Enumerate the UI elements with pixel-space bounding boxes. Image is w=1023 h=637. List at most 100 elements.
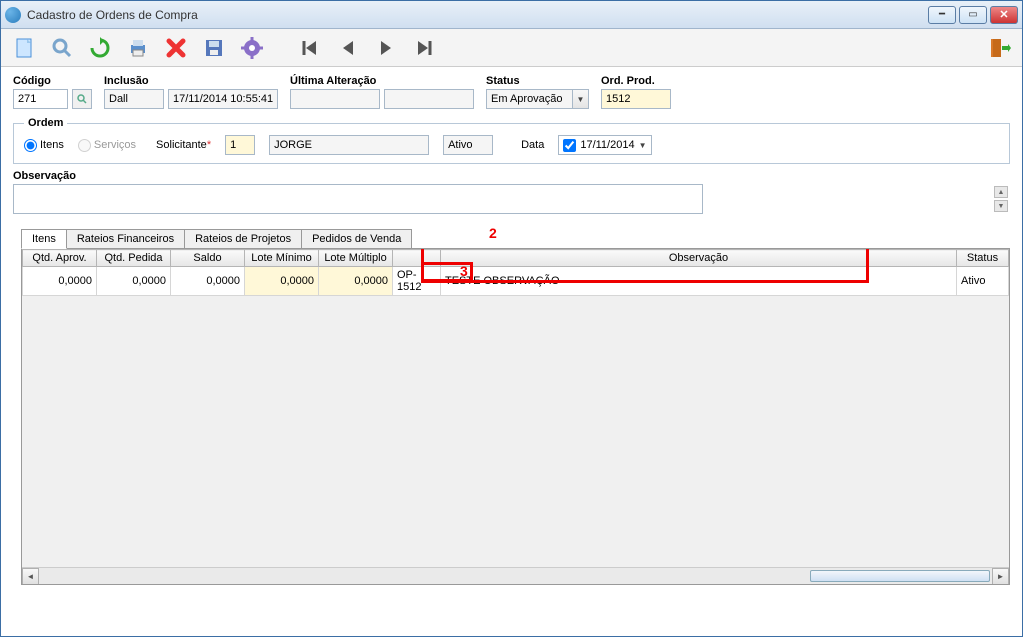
- next-record-button[interactable]: [371, 33, 401, 63]
- save-button[interactable]: [199, 33, 229, 63]
- close-button[interactable]: ✕: [990, 6, 1018, 24]
- window-controls: ━ ▭ ✕: [928, 6, 1018, 24]
- last-record-button[interactable]: [409, 33, 439, 63]
- tab-strip: Itens Rateios Financeiros Rateios de Pro…: [21, 229, 1010, 249]
- app-icon: [5, 7, 21, 23]
- solicitante-code-input[interactable]: [225, 135, 255, 155]
- inclusao-user-input: [104, 89, 164, 109]
- solicitante-name-input: [269, 135, 429, 155]
- last-icon: [412, 36, 436, 60]
- horizontal-scrollbar[interactable]: ◄ ►: [22, 567, 1009, 584]
- refresh-icon: [88, 36, 112, 60]
- radio-servicos-label: Serviços: [94, 139, 136, 151]
- observacao-label: Observação: [13, 170, 1010, 182]
- col-op[interactable]: [393, 250, 441, 267]
- grid-container: 3 Qtd. Aprov. Qtd. Pedida Saldo Lote Mín…: [21, 249, 1010, 585]
- ultima-date-input: [384, 89, 474, 109]
- data-label: Data: [521, 139, 544, 151]
- exit-button[interactable]: [984, 33, 1014, 63]
- scroll-left-button[interactable]: ◄: [22, 568, 39, 585]
- first-record-button[interactable]: [295, 33, 325, 63]
- codigo-label: Código: [13, 75, 92, 87]
- ordprod-input: [601, 89, 671, 109]
- tab-itens[interactable]: Itens: [21, 229, 67, 249]
- col-observacao[interactable]: Observação: [441, 250, 957, 267]
- col-qtd-aprov[interactable]: Qtd. Aprov.: [23, 250, 97, 267]
- ultima-alteracao-label: Última Alteração: [290, 75, 474, 87]
- tab-rateios-financeiros[interactable]: Rateios Financeiros: [66, 229, 185, 248]
- radio-servicos[interactable]: Serviços: [78, 139, 136, 152]
- new-button[interactable]: [9, 33, 39, 63]
- data-checkbox[interactable]: [563, 139, 576, 152]
- data-checkbox-field[interactable]: 17/11/2014 ▼: [558, 135, 651, 155]
- settings-button[interactable]: [237, 33, 267, 63]
- cell-qtd-aprov[interactable]: 0,0000: [23, 267, 97, 296]
- annotation-2: 2: [489, 225, 497, 241]
- magnifier-icon: [50, 36, 74, 60]
- grid-header-row: Qtd. Aprov. Qtd. Pedida Saldo Lote Mínim…: [23, 250, 1009, 267]
- scroll-right-button[interactable]: ►: [992, 568, 1009, 585]
- inclusao-date-input: [168, 89, 278, 109]
- main-toolbar: [1, 29, 1022, 67]
- spin-up-button[interactable]: ▲: [994, 186, 1008, 198]
- first-icon: [298, 36, 322, 60]
- chevron-down-icon: ▼: [572, 90, 588, 108]
- solicitante-label: Solicitante*: [156, 139, 211, 151]
- solicitante-status-input: [443, 135, 493, 155]
- exit-door-icon: [987, 36, 1011, 60]
- gear-icon: [240, 36, 264, 60]
- data-value: 17/11/2014: [580, 139, 634, 151]
- document-icon: [12, 36, 36, 60]
- textarea-spinner: ▲ ▼: [994, 186, 1008, 212]
- ordem-legend: Ordem: [24, 117, 67, 129]
- ultima-user-input: [290, 89, 380, 109]
- print-button[interactable]: [123, 33, 153, 63]
- prev-record-button[interactable]: [333, 33, 363, 63]
- cell-lote-min[interactable]: 0,0000: [245, 267, 319, 296]
- floppy-icon: [202, 36, 226, 60]
- radio-itens[interactable]: Itens: [24, 139, 64, 152]
- col-lote-min[interactable]: Lote Mínimo: [245, 250, 319, 267]
- status-value: Em Aprovação: [487, 90, 572, 108]
- refresh-button[interactable]: [85, 33, 115, 63]
- codigo-search-button[interactable]: [72, 89, 92, 109]
- maximize-button[interactable]: ▭: [959, 6, 987, 24]
- col-status[interactable]: Status: [957, 250, 1009, 267]
- status-dropdown[interactable]: Em Aprovação ▼: [486, 89, 589, 109]
- items-grid[interactable]: Qtd. Aprov. Qtd. Pedida Saldo Lote Mínim…: [22, 249, 1009, 296]
- form-panel: Código Inclusão Última Alteração: [1, 67, 1022, 225]
- cell-op[interactable]: OP-1512: [393, 267, 441, 296]
- radio-itens-input[interactable]: [24, 139, 37, 152]
- observacao-textarea[interactable]: [13, 184, 703, 214]
- ordprod-label: Ord. Prod.: [601, 75, 671, 87]
- scroll-track[interactable]: [39, 568, 992, 584]
- cell-status[interactable]: Ativo: [957, 267, 1009, 296]
- codigo-input[interactable]: [13, 89, 68, 109]
- tab-rateios-projetos[interactable]: Rateios de Projetos: [184, 229, 302, 248]
- cell-saldo[interactable]: 0,0000: [171, 267, 245, 296]
- cell-lote-mult[interactable]: 0,0000: [319, 267, 393, 296]
- inclusao-label: Inclusão: [104, 75, 278, 87]
- tabs-panel: Itens Rateios Financeiros Rateios de Pro…: [21, 229, 1010, 585]
- col-lote-mult[interactable]: Lote Múltiplo: [319, 250, 393, 267]
- col-saldo[interactable]: Saldo: [171, 250, 245, 267]
- col-qtd-pedida[interactable]: Qtd. Pedida: [97, 250, 171, 267]
- table-row[interactable]: 0,0000 0,0000 0,0000 0,0000 0,0000 OP-15…: [23, 267, 1009, 296]
- titlebar: Cadastro de Ordens de Compra ━ ▭ ✕: [1, 1, 1022, 29]
- spin-down-button[interactable]: ▼: [994, 200, 1008, 212]
- search-button[interactable]: [47, 33, 77, 63]
- cell-observacao[interactable]: TESTE OBSERVAÇÃO: [441, 267, 957, 296]
- app-window: Cadastro de Ordens de Compra ━ ▭ ✕: [0, 0, 1023, 637]
- delete-button[interactable]: [161, 33, 191, 63]
- minimize-button[interactable]: ━: [928, 6, 956, 24]
- annotation-3: 3: [460, 263, 468, 279]
- magnifier-icon: [76, 93, 88, 105]
- cell-qtd-pedida[interactable]: 0,0000: [97, 267, 171, 296]
- window-title: Cadastro de Ordens de Compra: [27, 8, 928, 22]
- ordem-fieldset: Ordem Itens Serviços Solicitante* Data 1…: [13, 117, 1010, 164]
- status-label: Status: [486, 75, 589, 87]
- tab-pedidos-venda[interactable]: Pedidos de Venda: [301, 229, 412, 248]
- scroll-thumb[interactable]: [810, 570, 990, 582]
- printer-icon: [126, 36, 150, 60]
- next-icon: [374, 36, 398, 60]
